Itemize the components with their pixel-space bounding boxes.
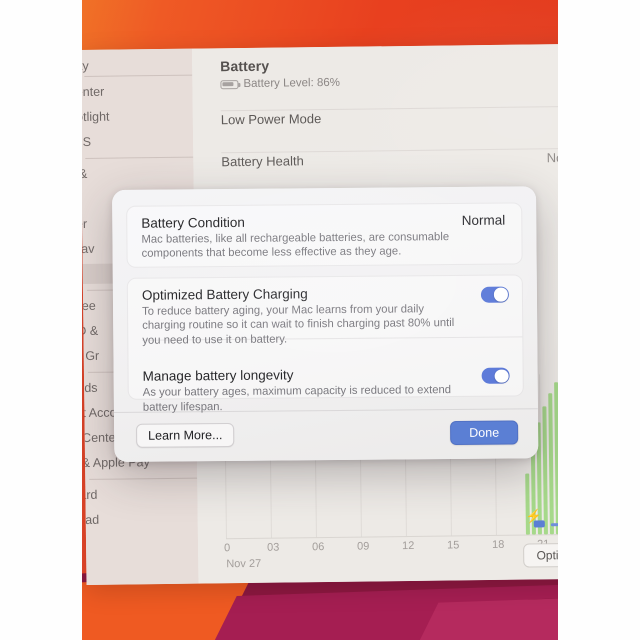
battery-condition-head: Battery Condition Normal — [141, 213, 507, 231]
chart-xtick-label: 18 — [492, 538, 505, 552]
chart-xtick-label: 09 — [357, 540, 370, 553]
row-battery-health[interactable]: Battery Health No — [193, 136, 581, 183]
sidebar-item-accessibility[interactable]: ...ility — [80, 55, 196, 77]
row-label: Battery Health — [221, 152, 304, 169]
sidebar-item-spotlight[interactable]: Spotlight — [80, 106, 197, 128]
manage-longevity-title: Manage battery longevity — [142, 367, 294, 385]
sidebar-item-label: Spotlight — [80, 109, 110, 125]
optimized-charging-description: To reduce battery aging, your Mac learns… — [142, 303, 455, 347]
battery-condition-description: Mac batteries, like all rechargeable bat… — [141, 231, 450, 261]
chart-day-label: Nov 27 — [226, 557, 262, 571]
chart-legend-swatch-square — [533, 520, 545, 528]
battery-level-label: Battery Level: 86% — [243, 76, 341, 91]
chart-xtick-label: 0 — [224, 542, 231, 555]
sidebar-divider — [89, 477, 198, 480]
photo-letterbox-right — [558, 0, 640, 640]
manage-longevity-toggle[interactable] — [481, 367, 510, 385]
done-button[interactable]: Done — [450, 420, 519, 446]
sidebar-item-label: l Center — [80, 84, 105, 100]
row-label: Low Power Mode — [220, 110, 322, 127]
battery-level-row: Battery Level: 86% — [220, 74, 580, 90]
sidebar-item-control-center[interactable]: l Center — [80, 81, 197, 103]
battery-header: Battery Battery Level: 86% — [220, 54, 580, 90]
chart-bar — [525, 473, 530, 535]
sidebar-divider — [85, 156, 194, 159]
sidebar-item-keyboard[interactable]: board — [80, 484, 199, 506]
optimized-charging-title: Optimized Battery Charging — [141, 286, 308, 303]
manage-longevity-head: Manage battery longevity — [143, 366, 509, 384]
optimized-charging-row[interactable]: Optimized Battery Charging To reduce bat… — [128, 275, 523, 360]
chart-xtick-label: 12 — [402, 539, 415, 553]
row-low-power-mode[interactable]: Low Power Mode — [193, 94, 581, 141]
toggle-knob — [494, 287, 508, 302]
battery-condition-sheet: Battery Condition Normal Mac batteries, … — [112, 186, 539, 462]
battery-condition-row: Battery Condition Normal Mac batteries, … — [127, 203, 522, 271]
sidebar-item-privacy-security[interactable]: y & S — [80, 131, 197, 153]
toggle-knob — [494, 369, 509, 383]
optimized-charging-head: Optimized Battery Charging — [141, 285, 508, 303]
sidebar-item-label: s & Gr — [80, 348, 100, 363]
learn-more-button[interactable]: Learn More... — [136, 422, 235, 448]
chart-bar — [542, 406, 548, 535]
battery-icon — [220, 79, 239, 89]
optimized-charging-toggle[interactable] — [480, 286, 509, 303]
battery-condition-card: Battery Condition Normal Mac batteries, … — [126, 202, 523, 268]
sidebar-divider — [84, 74, 193, 77]
chart-xtick-label: 06 — [312, 541, 325, 554]
battery-condition-title: Battery Condition — [141, 214, 245, 231]
photo-of-screen: ...ility l Center Spotlight y & S op & y… — [0, 0, 640, 640]
sidebar-item-desktop-dock[interactable]: op & — [80, 163, 198, 185]
manage-longevity-row[interactable]: Manage battery longevity As your battery… — [128, 357, 523, 425]
chart-xtick-label: 03 — [267, 541, 280, 554]
sidebar-item-label: n Sav — [80, 241, 95, 257]
photo-letterbox-left — [0, 0, 82, 640]
chart-xtick-label: 15 — [447, 539, 460, 552]
sidebar-item-trackpad[interactable]: ckpad — [80, 509, 199, 531]
battery-options-card: Optimized Battery Charging To reduce bat… — [126, 274, 524, 414]
chart-bar — [548, 393, 554, 535]
sheet-background: Battery Condition Normal Mac batteries, … — [112, 186, 539, 462]
sidebar-item-label: h ID & — [80, 323, 99, 339]
battery-condition-value: Normal — [461, 212, 506, 228]
page-title: Battery — [220, 57, 270, 75]
sidebar-item-label: Scree — [80, 298, 96, 314]
